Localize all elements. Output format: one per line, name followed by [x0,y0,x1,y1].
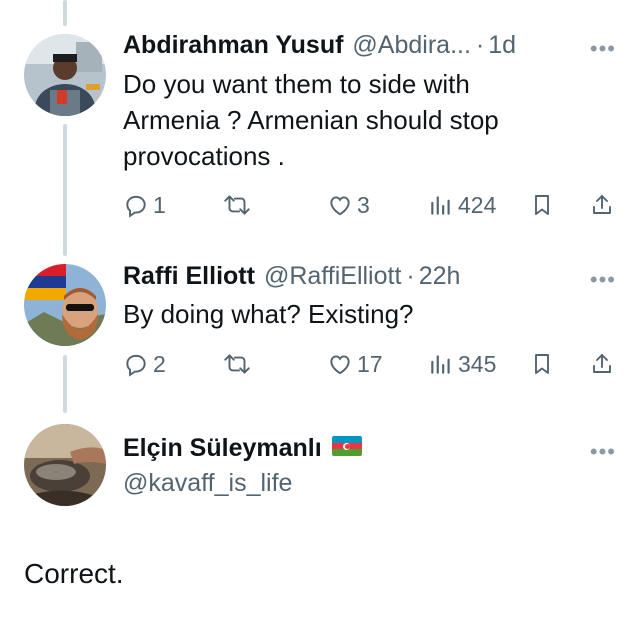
handle-row: @kavaff_is_life [123,469,292,498]
avatar[interactable] [24,34,106,116]
like-count: 3 [357,191,370,218]
display-name[interactable]: Abdirahman Yusuf [123,31,343,60]
tweet-actions: 1 3 424 [0,187,640,223]
separator-dot: · [406,262,415,290]
avatar[interactable] [24,424,106,506]
user-handle[interactable]: @Abdira... [352,31,470,60]
share-icon [593,354,611,373]
views-button[interactable]: 345 [428,351,496,378]
user-handle[interactable]: @kavaff_is_life [123,469,292,498]
display-name[interactable]: Elçin Süleymanlı [123,434,322,463]
reply-button[interactable]: 1 [123,192,166,219]
timestamp[interactable]: 1d [488,31,516,60]
bookmark-icon [535,354,549,374]
user-handle[interactable]: @RaffiElliott [264,262,401,291]
bookmark-icon [535,195,549,215]
tweet-text: Do you want them to side with Armenia ? … [123,69,499,171]
heart-icon [330,355,350,375]
like-count: 17 [357,350,383,377]
reply-icon [126,195,146,218]
heart-icon [330,196,350,216]
tweet-header: Abdirahman Yusuf @Abdira... · 1d [123,31,516,60]
views-icon [431,196,450,215]
retweet-button[interactable] [222,351,256,377]
views-icon [431,355,450,374]
like-button[interactable]: 17 [327,351,383,378]
azerbaijan-flag-icon [331,436,362,456]
retweet-button[interactable] [222,192,256,218]
reply-button[interactable]: 2 [123,351,166,378]
reply-count: 2 [153,350,166,377]
tweet-text: By doing what? Existing? [123,299,414,329]
more-options-icon[interactable]: ••• [590,439,616,465]
reply-icon [126,354,146,377]
tweet-actions: 2 17 345 [0,346,640,382]
share-icon [593,195,611,214]
more-options-icon[interactable]: ••• [590,36,616,62]
more-options-icon[interactable]: ••• [590,267,616,293]
reply-count: 1 [153,191,166,218]
timestamp[interactable]: 22h [419,262,461,291]
view-count: 424 [458,191,497,218]
avatar[interactable] [24,264,106,346]
bookmark-button[interactable] [530,192,554,218]
separator-dot: · [475,31,485,59]
views-button[interactable]: 424 [428,192,496,219]
share-button[interactable] [590,192,614,218]
bookmark-button[interactable] [530,351,554,377]
tweet-header: Raffi Elliott @RaffiElliott · 22h [123,262,460,291]
share-button[interactable] [590,351,614,377]
display-name[interactable]: Raffi Elliott [123,262,255,291]
thread-line [63,0,67,26]
retweet-icon [224,354,250,374]
tweet-header: Elçin Süleymanlı [123,434,362,463]
tweet-text: Correct. [24,558,124,589]
retweet-icon [224,195,250,215]
like-button[interactable]: 3 [327,192,370,219]
view-count: 345 [458,350,497,377]
